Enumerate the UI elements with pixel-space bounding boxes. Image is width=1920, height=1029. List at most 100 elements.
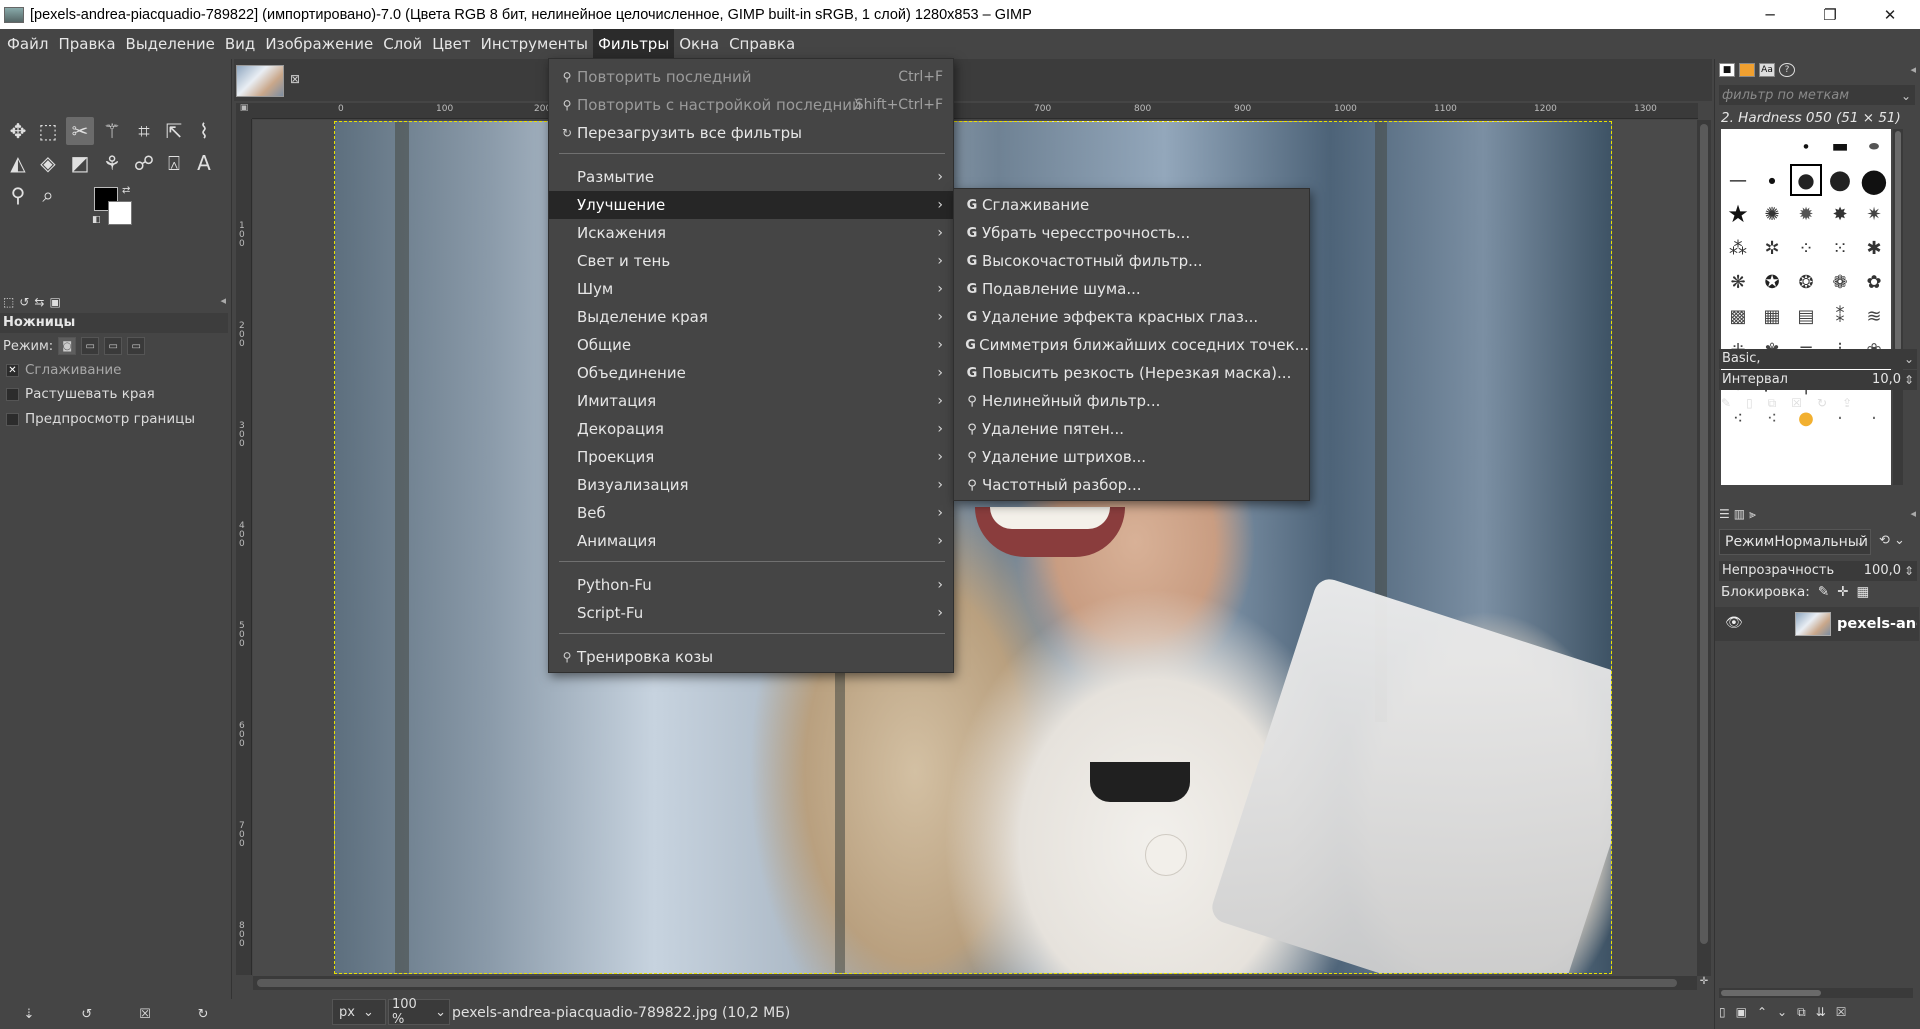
brush-item[interactable]: ▤ — [1789, 299, 1823, 333]
warp-tool-icon[interactable]: ⌇ — [190, 117, 218, 145]
submenu-item-wavelet-decompose[interactable]: ⚲ Частотный разбор... — [954, 471, 1309, 499]
move-tool-icon[interactable]: ✥ — [4, 117, 32, 145]
images-tab-icon[interactable]: ▣ — [49, 295, 60, 309]
menu-item-enhance[interactable]: Улучшение › — [549, 191, 953, 219]
boundary-preview-option[interactable]: Предпросмотр границы — [6, 411, 195, 427]
menu-item-reset-all-filters[interactable]: ↻ Перезагрузить все фильтры — [549, 119, 953, 147]
reset-options-icon[interactable]: ↻ — [198, 1007, 209, 1022]
brush-item[interactable]: ✲ — [1755, 231, 1789, 265]
brush-item[interactable]: ▩ — [1721, 299, 1755, 333]
spacing-slider[interactable]: Интервал 10,0 ⇕ — [1719, 370, 1917, 390]
edit-brush-icon[interactable]: ✎ — [1721, 396, 1731, 411]
device-status-tab-icon[interactable]: ↺ — [19, 295, 29, 309]
menu-item-python-fu[interactable]: Python-Fu › — [549, 571, 953, 599]
brush-item[interactable]: ● — [1755, 163, 1789, 197]
opacity-slider[interactable]: Непрозрачность 100,0 ⇕ — [1719, 561, 1917, 581]
horizontal-scrollbar[interactable] — [253, 976, 1697, 990]
visibility-eye-icon[interactable]: 👁 — [1725, 615, 1743, 631]
layer-mode-select[interactable]: РежимНормальный ⌄ — [1719, 529, 1871, 555]
brushes-tab-icon[interactable]: ■ — [1719, 63, 1735, 77]
close-image-tab-icon[interactable]: ⊠ — [290, 72, 300, 86]
brush-set-select[interactable]: Basic, ⌄ — [1719, 349, 1917, 369]
vertical-scrollbar[interactable] — [1697, 120, 1711, 976]
fuzzy-select-tool-icon[interactable]: ⚚ — [98, 117, 126, 145]
brush-item[interactable]: ⁙ — [1823, 231, 1857, 265]
crop-tool-icon[interactable]: ⌗ — [130, 117, 158, 145]
undo-history-tab-icon[interactable]: ⇆ — [34, 295, 44, 309]
submenu-item-antialias[interactable]: G Сглаживание — [954, 191, 1309, 219]
channels-tab-icon[interactable]: ▥ — [1734, 507, 1745, 522]
menu-item-generic[interactable]: Общие › — [549, 331, 953, 359]
chevron-down-icon[interactable]: ⌄ — [1901, 86, 1911, 106]
lock-pixels-icon[interactable]: ✎ — [1818, 584, 1829, 600]
brush-item[interactable]: ❋ — [1721, 265, 1755, 299]
menu-item-web[interactable]: Веб › — [549, 499, 953, 527]
navigate-icon[interactable]: ✛ — [1697, 976, 1711, 990]
horizontal-ruler[interactable]: 0 100 200 700 800 900 1000 1100 1200 130… — [252, 103, 1698, 119]
brush-item[interactable]: ● — [1857, 161, 1891, 199]
menu-item-render[interactable]: Визуализация › — [549, 471, 953, 499]
composite-mode-button[interactable]: ⟲ ⌄ — [1879, 533, 1905, 548]
panel-menu-icon[interactable]: ◂ — [1910, 63, 1916, 76]
mode-subtract-button[interactable]: ▭ — [104, 337, 123, 355]
brush-item[interactable]: ● — [1823, 163, 1857, 197]
raise-layer-icon[interactable]: ⌃ — [1757, 1005, 1767, 1020]
mode-replace-button[interactable]: ◙ — [58, 337, 77, 355]
brush-item[interactable]: ✹ — [1789, 197, 1823, 231]
brush-item[interactable] — [1755, 129, 1789, 163]
submenu-item-deinterlace[interactable]: G Убрать чересстрочность... — [954, 219, 1309, 247]
menu-select[interactable]: Выделение — [121, 29, 220, 59]
submenu-item-red-eye-removal[interactable]: G Удаление эффекта красных глаз... — [954, 303, 1309, 331]
menu-item-distorts[interactable]: Искажения › — [549, 219, 953, 247]
transform-tool-icon[interactable]: ⇱ — [160, 117, 188, 145]
paintbrush-tool-icon[interactable]: ◈ — [34, 149, 62, 177]
menu-windows[interactable]: Окна — [674, 29, 724, 59]
lock-position-icon[interactable]: ✛ — [1837, 584, 1848, 600]
eraser-tool-icon[interactable]: ◩ — [66, 149, 94, 177]
duplicate-layer-icon[interactable]: ⧉ — [1797, 1005, 1806, 1020]
antialias-option[interactable]: ✕ Сглаживание — [6, 362, 122, 378]
fg-bg-colors[interactable]: ⇄ ◧ — [92, 185, 136, 227]
brush-item[interactable]: ▦ — [1755, 299, 1789, 333]
brush-grid-scrollbar[interactable] — [1893, 129, 1903, 485]
open-brush-as-image-icon[interactable]: ⇪ — [1842, 396, 1852, 411]
layer-row[interactable]: 👁 pexels-andrea-piacquadio-789822 — [1715, 607, 1919, 641]
tool-options-tab-icon[interactable]: ⬚ — [3, 295, 14, 309]
menu-item-repeat-last[interactable]: ⚲ Повторить последний Ctrl+F — [549, 63, 953, 91]
brush-item[interactable]: ✸ — [1823, 197, 1857, 231]
brush-item[interactable]: ❂ — [1789, 265, 1823, 299]
paths-tab-icon[interactable]: ⫸ — [1749, 507, 1756, 522]
reset-colors-icon[interactable]: ◧ — [92, 215, 101, 225]
brush-item[interactable]: ≋ — [1857, 299, 1891, 333]
delete-layer-icon[interactable]: ☒ — [1836, 1005, 1847, 1020]
panel-menu-icon[interactable]: ◂ — [1910, 507, 1916, 520]
paths-tool-icon[interactable]: ⍓ — [160, 149, 188, 177]
menu-item-decor[interactable]: Декорация › — [549, 415, 953, 443]
feather-edges-option[interactable]: Растушевать края — [6, 386, 155, 402]
menu-edit[interactable]: Правка — [53, 29, 120, 59]
layers-tab-icon[interactable]: ☰ — [1719, 507, 1730, 522]
menu-image[interactable]: Изображение — [260, 29, 378, 59]
delete-brush-icon[interactable]: ☒ — [1791, 396, 1802, 411]
zoom-select[interactable]: 100 % ⌄ — [388, 997, 450, 1027]
brush-item[interactable]: ⁂ — [1721, 231, 1755, 265]
tag-filter-input[interactable]: фильтр по меткам ⌄ — [1719, 85, 1915, 105]
swap-colors-icon[interactable]: ⇄ — [122, 185, 130, 196]
brush-item[interactable]: ▬ — [1823, 129, 1857, 163]
help-tab-icon[interactable]: ? — [1779, 63, 1795, 77]
save-options-icon[interactable]: ⇣ — [23, 1007, 34, 1022]
vertical-ruler[interactable]: 1 0 0 2 0 0 3 0 0 4 0 0 5 0 0 6 0 0 7 0 … — [236, 119, 252, 975]
menu-item-map[interactable]: Проекция › — [549, 443, 953, 471]
brush-grid[interactable]: ● ▬ ⬬ — ● ● ● ● ★ ✺ ✹ ✸ ✷ ⁂ ✲ ⁘ ⁙ ✱ ❋ ✪ … — [1721, 129, 1891, 485]
zoom-tool-icon[interactable]: ⌕ — [34, 181, 62, 209]
new-brush-icon[interactable]: ▯ — [1746, 396, 1753, 411]
menu-tools[interactable]: Инструменты — [476, 29, 593, 59]
submenu-item-destripe[interactable]: ⚲ Удаление штрихов... — [954, 443, 1309, 471]
menu-item-artistic[interactable]: Имитация › — [549, 387, 953, 415]
feather-edges-checkbox[interactable] — [6, 387, 19, 401]
layers-hscrollbar-thumb[interactable] — [1721, 990, 1821, 996]
submenu-item-noise-reduction[interactable]: G Подавление шума... — [954, 275, 1309, 303]
layers-hscrollbar[interactable] — [1719, 988, 1913, 998]
panel-menu-icon[interactable]: ◂ — [220, 294, 226, 307]
brush-item[interactable]: ✿ — [1857, 265, 1891, 299]
